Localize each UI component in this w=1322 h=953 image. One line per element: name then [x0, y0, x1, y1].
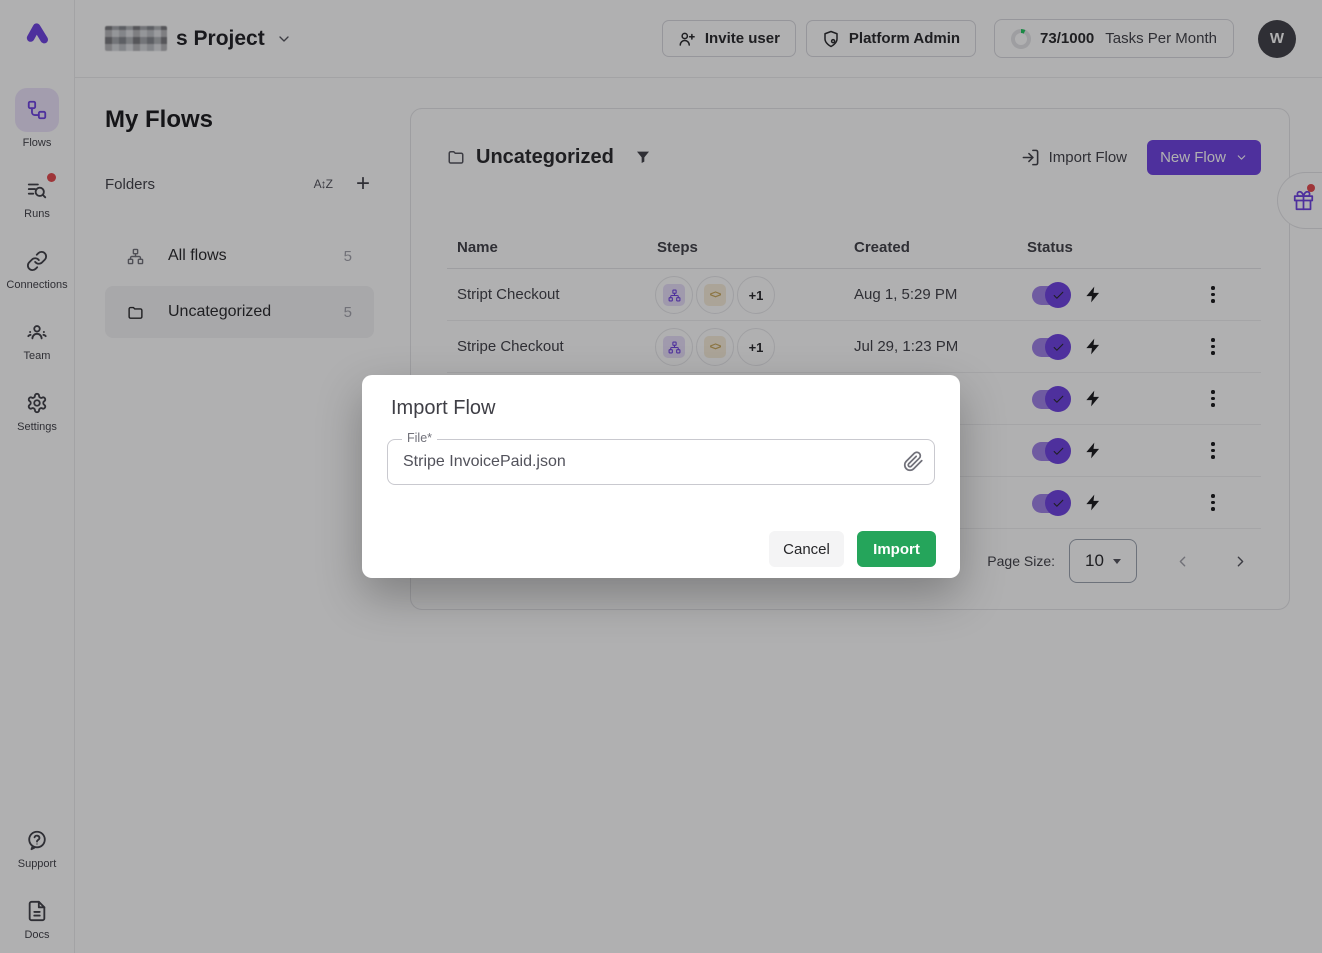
- file-field-value: Stripe InvoicePaid.json: [388, 440, 934, 484]
- cancel-button[interactable]: Cancel: [769, 531, 844, 567]
- paperclip-icon[interactable]: [903, 451, 924, 472]
- import-button[interactable]: Import: [857, 531, 936, 567]
- file-field-label: File*: [402, 431, 437, 445]
- file-input[interactable]: File* Stripe InvoicePaid.json: [387, 439, 935, 485]
- modal-title: Import Flow: [391, 397, 495, 420]
- app-screen: Flows Runs Connections Team Set: [0, 0, 1322, 953]
- import-flow-modal: Import Flow File* Stripe InvoicePaid.jso…: [362, 375, 960, 578]
